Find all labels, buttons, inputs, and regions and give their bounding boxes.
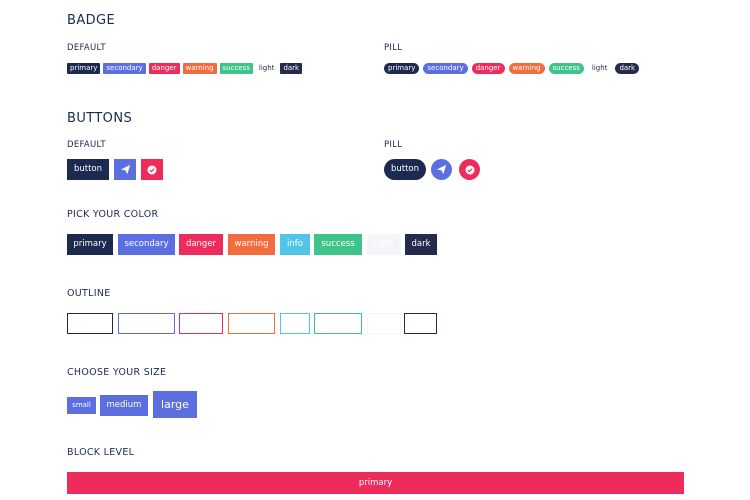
badge-secondary: secondary: [103, 63, 146, 74]
pill-badge-dark: dark: [615, 63, 640, 74]
check-circle-icon: [465, 165, 474, 174]
badge-warning: warning: [182, 63, 217, 74]
pill-badge-success: success: [548, 63, 584, 74]
badge-dark: dark: [280, 63, 303, 74]
color-button-warning[interactable]: warning: [228, 234, 275, 255]
check-circle-icon: [147, 165, 157, 174]
outline-buttons-row: primary secondary danger warning info su…: [67, 313, 447, 334]
color-section-title: PICK YOUR COLOR: [67, 209, 159, 220]
badge-section-title: BADGE: [67, 13, 116, 28]
badge-light: light: [258, 64, 275, 72]
paper-plane-icon: [120, 164, 130, 175]
size-button-large[interactable]: large: [153, 391, 197, 418]
pill-badge-secondary: secondary: [423, 63, 468, 74]
color-buttons-row: primary secondary danger warning info su…: [67, 234, 447, 255]
color-button-primary[interactable]: primary: [67, 234, 113, 255]
size-button-small[interactable]: small: [67, 397, 96, 414]
default-button[interactable]: button: [67, 159, 109, 180]
pill-badge-warning: warning: [508, 63, 545, 74]
pill-badge-light: light: [591, 64, 608, 72]
badge-default-row: primary secondary danger warning success ligh…: [67, 63, 305, 82]
color-button-light[interactable]: light: [367, 234, 401, 255]
buttons-section-title: BUTTONS: [67, 111, 133, 126]
color-button-secondary[interactable]: secondary: [118, 234, 175, 255]
size-section-title: CHOOSE YOUR SIZE: [67, 367, 167, 378]
color-button-danger[interactable]: danger: [179, 234, 223, 255]
color-button-info[interactable]: info: [280, 234, 310, 255]
badge-pill-label: PILL: [384, 43, 403, 53]
block-section-title: BLOCK LEVEL: [67, 447, 135, 458]
buttons-default-label: DEFAULT: [67, 140, 106, 150]
pill-badge-primary: primary: [384, 63, 420, 74]
buttons-pill-row: button: [384, 159, 494, 180]
buttons-pill-label: PILL: [384, 140, 403, 150]
pill-send-icon-button[interactable]: [431, 159, 452, 180]
color-button-dark[interactable]: dark: [405, 234, 437, 255]
send-icon-button[interactable]: [114, 159, 136, 180]
color-button-success[interactable]: success: [314, 234, 362, 255]
outline-button-dark[interactable]: dark: [404, 313, 437, 334]
size-button-medium[interactable]: medium: [100, 395, 148, 416]
paper-plane-icon: [436, 164, 447, 175]
outline-button-secondary[interactable]: secondary: [118, 313, 175, 334]
badge-default-label: DEFAULT: [67, 43, 106, 53]
check-icon-button[interactable]: [141, 159, 163, 180]
badge-primary: primary: [67, 63, 101, 74]
badge-danger: danger: [148, 63, 180, 74]
block-level-button[interactable]: primary: [67, 472, 684, 494]
outline-button-warning[interactable]: warning: [228, 313, 275, 334]
badge-success: success: [219, 63, 253, 74]
pill-button[interactable]: button: [384, 159, 426, 180]
badge-pill-row: primary secondary danger warning success ligh…: [384, 63, 643, 82]
outline-section-title: OUTLINE: [67, 288, 111, 299]
buttons-default-row: button: [67, 159, 187, 180]
outline-button-success[interactable]: success: [314, 313, 362, 334]
outline-button-light[interactable]: light: [367, 313, 401, 334]
outline-button-danger[interactable]: danger: [179, 313, 223, 334]
outline-button-info[interactable]: info: [280, 313, 310, 334]
outline-button-primary[interactable]: primary: [67, 313, 113, 334]
pill-check-icon-button[interactable]: [459, 159, 480, 180]
pill-badge-danger: danger: [471, 63, 505, 74]
